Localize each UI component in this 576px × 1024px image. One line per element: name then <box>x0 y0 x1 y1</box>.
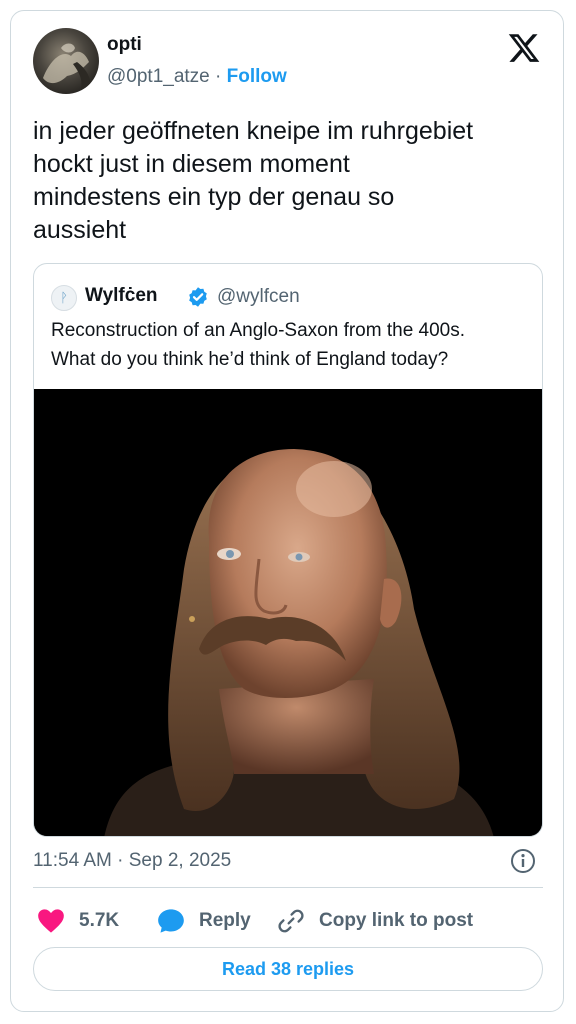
author-avatar[interactable] <box>33 28 99 94</box>
link-icon <box>278 909 304 933</box>
handle-separator: · <box>215 66 222 87</box>
info-icon[interactable] <box>509 847 537 875</box>
author-handle[interactable]: @0pt1_atze <box>107 66 210 87</box>
actions-divider <box>33 887 543 888</box>
quoted-author-handle[interactable]: @wylfcen <box>217 285 300 309</box>
verified-badge-icon <box>187 286 209 308</box>
x-logo-icon[interactable] <box>507 31 541 65</box>
embedded-post-card: opti @0pt1_atze · Follow in jeder geöffn… <box>10 10 564 1012</box>
author-display-name[interactable]: opti <box>107 33 142 57</box>
quoted-post-image[interactable] <box>34 389 542 836</box>
quoted-post-text: Reconstruction of an Anglo-Saxon from th… <box>51 320 466 370</box>
copy-link-button[interactable]: Copy link to post <box>277 901 473 941</box>
like-button[interactable]: 5.7K <box>37 901 119 941</box>
quoted-author-name[interactable]: Wylfċen <box>85 284 158 308</box>
read-replies-button[interactable]: Read 38 replies <box>33 947 543 991</box>
author-handle-line: @0pt1_atze · Follow <box>107 65 287 89</box>
post-text: in jeder geöffneten kneipe im ruhrgebiet… <box>33 117 474 244</box>
copy-link-label: Copy link to post <box>319 910 474 931</box>
heart-icon <box>38 909 64 933</box>
quoted-post[interactable]: ᚹ Wylfċen @wylfcen Reconstruction of an … <box>33 263 543 837</box>
post-timestamp[interactable]: 11:54 AM · Sep 2, 2025 <box>33 849 231 873</box>
follow-link[interactable]: Follow <box>227 66 287 87</box>
reply-bubble-icon <box>158 909 184 933</box>
quoted-author-avatar[interactable]: ᚹ <box>51 285 77 311</box>
like-count: 5.7K <box>79 910 120 931</box>
reply-button[interactable]: Reply <box>157 901 251 941</box>
reply-label: Reply <box>199 910 251 931</box>
